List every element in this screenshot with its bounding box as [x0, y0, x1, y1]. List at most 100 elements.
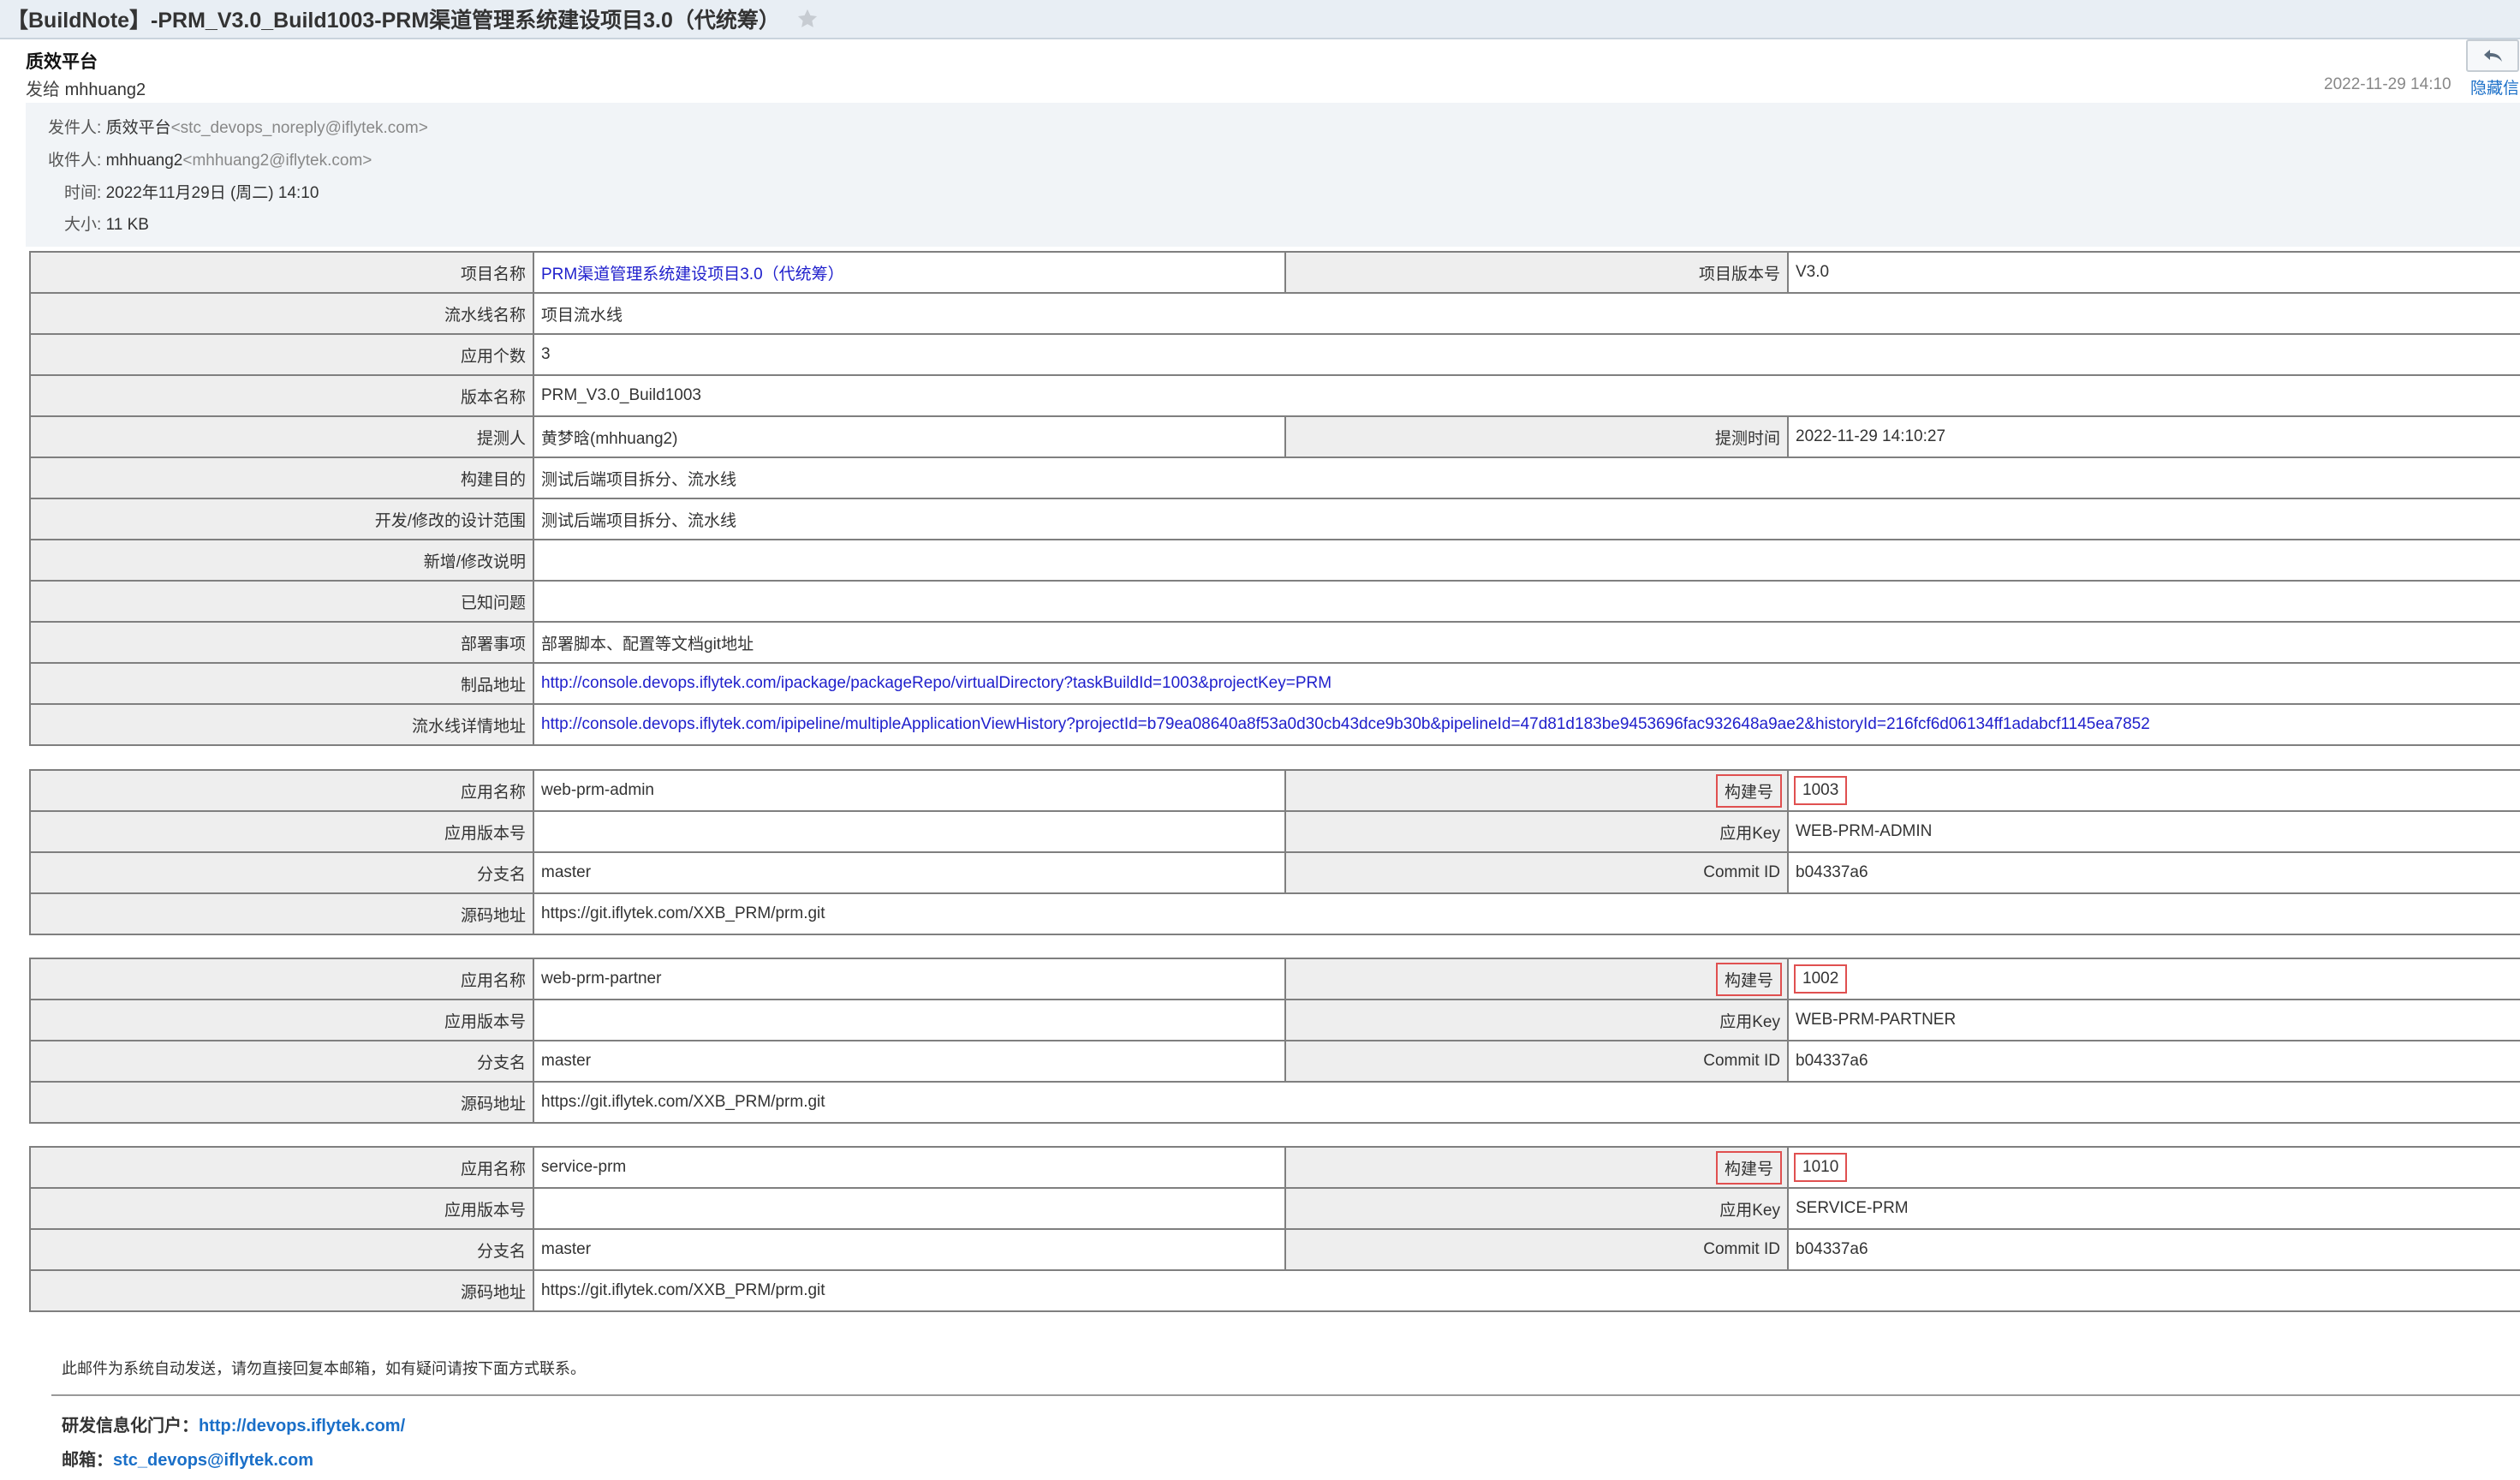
table-row: 流水线名称 项目流水线 — [29, 292, 2520, 335]
changes-value — [533, 539, 2520, 582]
sender-name: 质效平台 — [26, 52, 98, 72]
repo-url-label: 源码地址 — [29, 892, 534, 935]
project-name-link[interactable]: PRM渠道管理系统建设项目3.0（代统筹） — [533, 251, 1286, 294]
table-row: 应用版本号 应用Key SERVICE-PRM — [29, 1187, 2520, 1230]
meta-to: 收件人: mhhuang2<mhhuang2@iflytek.com> — [48, 147, 372, 170]
commit-id-label: Commit ID — [1284, 1228, 1789, 1271]
repo-url-value: https://git.iflytek.com/XXB_PRM/prm.git — [533, 1269, 2520, 1312]
table-row: 应用名称 service-prm 构建号 1010 — [29, 1146, 2520, 1189]
meta-from-address: <stc_devops_noreply@iflytek.com> — [170, 119, 428, 137]
submitter-label: 提测人 — [29, 415, 534, 458]
meta-to-name[interactable]: mhhuang2 — [106, 152, 183, 170]
changes-label: 新增/修改说明 — [29, 539, 534, 582]
table-row: 部署事项 部署脚本、配置等文档git地址 — [29, 621, 2520, 664]
app-key-value: WEB-PRM-PARTNER — [1787, 999, 2520, 1041]
portal-link[interactable]: http://devops.iflytek.com/ — [199, 1417, 405, 1435]
table-row: 项目名称 PRM渠道管理系统建设项目3.0（代统筹） 项目版本号 V3.0 — [29, 251, 2520, 294]
table-row: 源码地址 https://git.iflytek.com/XXB_PRM/prm… — [29, 892, 2520, 935]
app-name-value: web-prm-admin — [533, 769, 1286, 812]
meta-size: 大小: 11 KB — [64, 212, 149, 235]
app-name-value: web-prm-partner — [533, 958, 1286, 1000]
table-row: 版本名称 PRM_V3.0_Build1003 — [29, 374, 2520, 417]
build-no-value: 1003 — [1787, 769, 2520, 812]
sent-to: 发给 mhhuang2 — [26, 75, 146, 100]
app-table-3: 应用名称 service-prm 构建号 1010 应用版本号 应用Key SE… — [29, 1146, 2520, 1312]
branch-value: master — [533, 1040, 1286, 1083]
footer-divider — [51, 1394, 2520, 1396]
app-table-2: 应用名称 web-prm-partner 构建号 1002 应用版本号 应用Ke… — [29, 958, 2520, 1124]
hide-details-link[interactable]: 隐藏信 — [2470, 75, 2519, 98]
pipeline-name-label: 流水线名称 — [29, 292, 534, 335]
commit-id-label: Commit ID — [1284, 851, 1789, 894]
artifact-url-label: 制品地址 — [29, 662, 534, 705]
commit-id-label: Commit ID — [1284, 1040, 1789, 1083]
app-count-label: 应用个数 — [29, 333, 534, 376]
app-name-value: service-prm — [533, 1146, 1286, 1189]
table-row: 应用名称 web-prm-partner 构建号 1002 — [29, 958, 2520, 1000]
deploy-notes-label: 部署事项 — [29, 621, 534, 664]
mail-link[interactable]: stc_devops@iflytek.com — [113, 1451, 313, 1470]
build-no-value-highlight: 1002 — [1793, 964, 1848, 994]
app-name-label: 应用名称 — [29, 1146, 534, 1189]
email-subject: 【BuildNote】-PRM_V3.0_Build1003-PRM渠道管理系统… — [7, 9, 780, 33]
meta-size-label: 大小: — [64, 216, 102, 234]
app-version-label: 应用版本号 — [29, 1187, 534, 1230]
app-name-label: 应用名称 — [29, 958, 534, 1000]
submitter-value: 黄梦晗(mhhuang2) — [533, 415, 1286, 458]
meta-to-address: <mhhuang2@iflytek.com> — [182, 152, 372, 170]
design-scope-label: 开发/修改的设计范围 — [29, 498, 534, 540]
repo-url-label: 源码地址 — [29, 1081, 534, 1124]
star-icon[interactable] — [795, 7, 819, 31]
branch-value: master — [533, 1228, 1286, 1271]
known-issues-value — [533, 580, 2520, 623]
commit-id-value: b04337a6 — [1787, 1040, 2520, 1083]
submit-time-label: 提测时间 — [1284, 415, 1789, 458]
repo-url-value: https://git.iflytek.com/XXB_PRM/prm.git — [533, 892, 2520, 935]
repo-url-value: https://git.iflytek.com/XXB_PRM/prm.git — [533, 1081, 2520, 1124]
app-version-value — [533, 1187, 1286, 1230]
table-row: 新增/修改说明 — [29, 539, 2520, 582]
commit-id-value: b04337a6 — [1787, 851, 2520, 894]
meta-time-value: 2022年11月29日 (周二) 14:10 — [105, 184, 319, 202]
build-no-value-highlight: 1003 — [1793, 776, 1848, 805]
build-name-value: PRM_V3.0_Build1003 — [533, 374, 2520, 417]
branch-label: 分支名 — [29, 851, 534, 894]
pipeline-url-link[interactable]: http://console.devops.iflytek.com/ipipel… — [533, 703, 2520, 746]
app-key-value: WEB-PRM-ADMIN — [1787, 810, 2520, 853]
app-version-value — [533, 999, 1286, 1041]
meta-from-name[interactable]: 质效平台 — [106, 119, 171, 137]
app-name-label: 应用名称 — [29, 769, 534, 812]
app-key-label: 应用Key — [1284, 810, 1789, 853]
artifact-url-link[interactable]: http://console.devops.iflytek.com/ipacka… — [533, 662, 2520, 705]
table-row: 制品地址 http://console.devops.iflytek.com/i… — [29, 662, 2520, 705]
meta-to-label: 收件人: — [48, 152, 102, 170]
project-version-value: V3.0 — [1787, 251, 2520, 294]
header-date: 2022-11-29 14:10 — [2324, 75, 2451, 93]
meta-time-label: 时间: — [64, 184, 102, 202]
table-row: 分支名 master Commit ID b04337a6 — [29, 1040, 2520, 1083]
reply-button[interactable] — [2466, 39, 2519, 72]
sent-to-recipient[interactable]: mhhuang2 — [65, 81, 146, 99]
app-table-1: 应用名称 web-prm-admin 构建号 1003 应用版本号 应用Key … — [29, 769, 2520, 935]
app-key-value: SERVICE-PRM — [1787, 1187, 2520, 1230]
app-version-label: 应用版本号 — [29, 999, 534, 1041]
build-no-label-highlight: 构建号 — [1715, 962, 1783, 996]
repo-url-label: 源码地址 — [29, 1269, 534, 1312]
project-name-label: 项目名称 — [29, 251, 534, 294]
build-name-label: 版本名称 — [29, 374, 534, 417]
build-no-label-highlight: 构建号 — [1715, 773, 1783, 808]
sent-to-prefix: 发给 — [26, 81, 60, 99]
table-row: 已知问题 — [29, 580, 2520, 623]
table-row: 开发/修改的设计范围 测试后端项目拆分、流水线 — [29, 498, 2520, 540]
app-version-label: 应用版本号 — [29, 810, 534, 853]
mail-label: 邮箱： — [62, 1451, 113, 1470]
build-no-label: 构建号 — [1284, 1146, 1789, 1189]
branch-label: 分支名 — [29, 1228, 534, 1271]
meta-from: 发件人: 质效平台<stc_devops_noreply@iflytek.com… — [48, 115, 428, 138]
pipeline-name-value: 项目流水线 — [533, 292, 2520, 335]
table-row: 应用名称 web-prm-admin 构建号 1003 — [29, 769, 2520, 812]
footer-note: 此邮件为系统自动发送，请勿直接回复本邮箱，如有疑问请按下面方式联系。 — [62, 1360, 586, 1377]
table-row: 分支名 master Commit ID b04337a6 — [29, 1228, 2520, 1271]
table-row: 源码地址 https://git.iflytek.com/XXB_PRM/prm… — [29, 1269, 2520, 1312]
footer-mail: 邮箱：stc_devops@iflytek.com — [62, 1446, 313, 1471]
